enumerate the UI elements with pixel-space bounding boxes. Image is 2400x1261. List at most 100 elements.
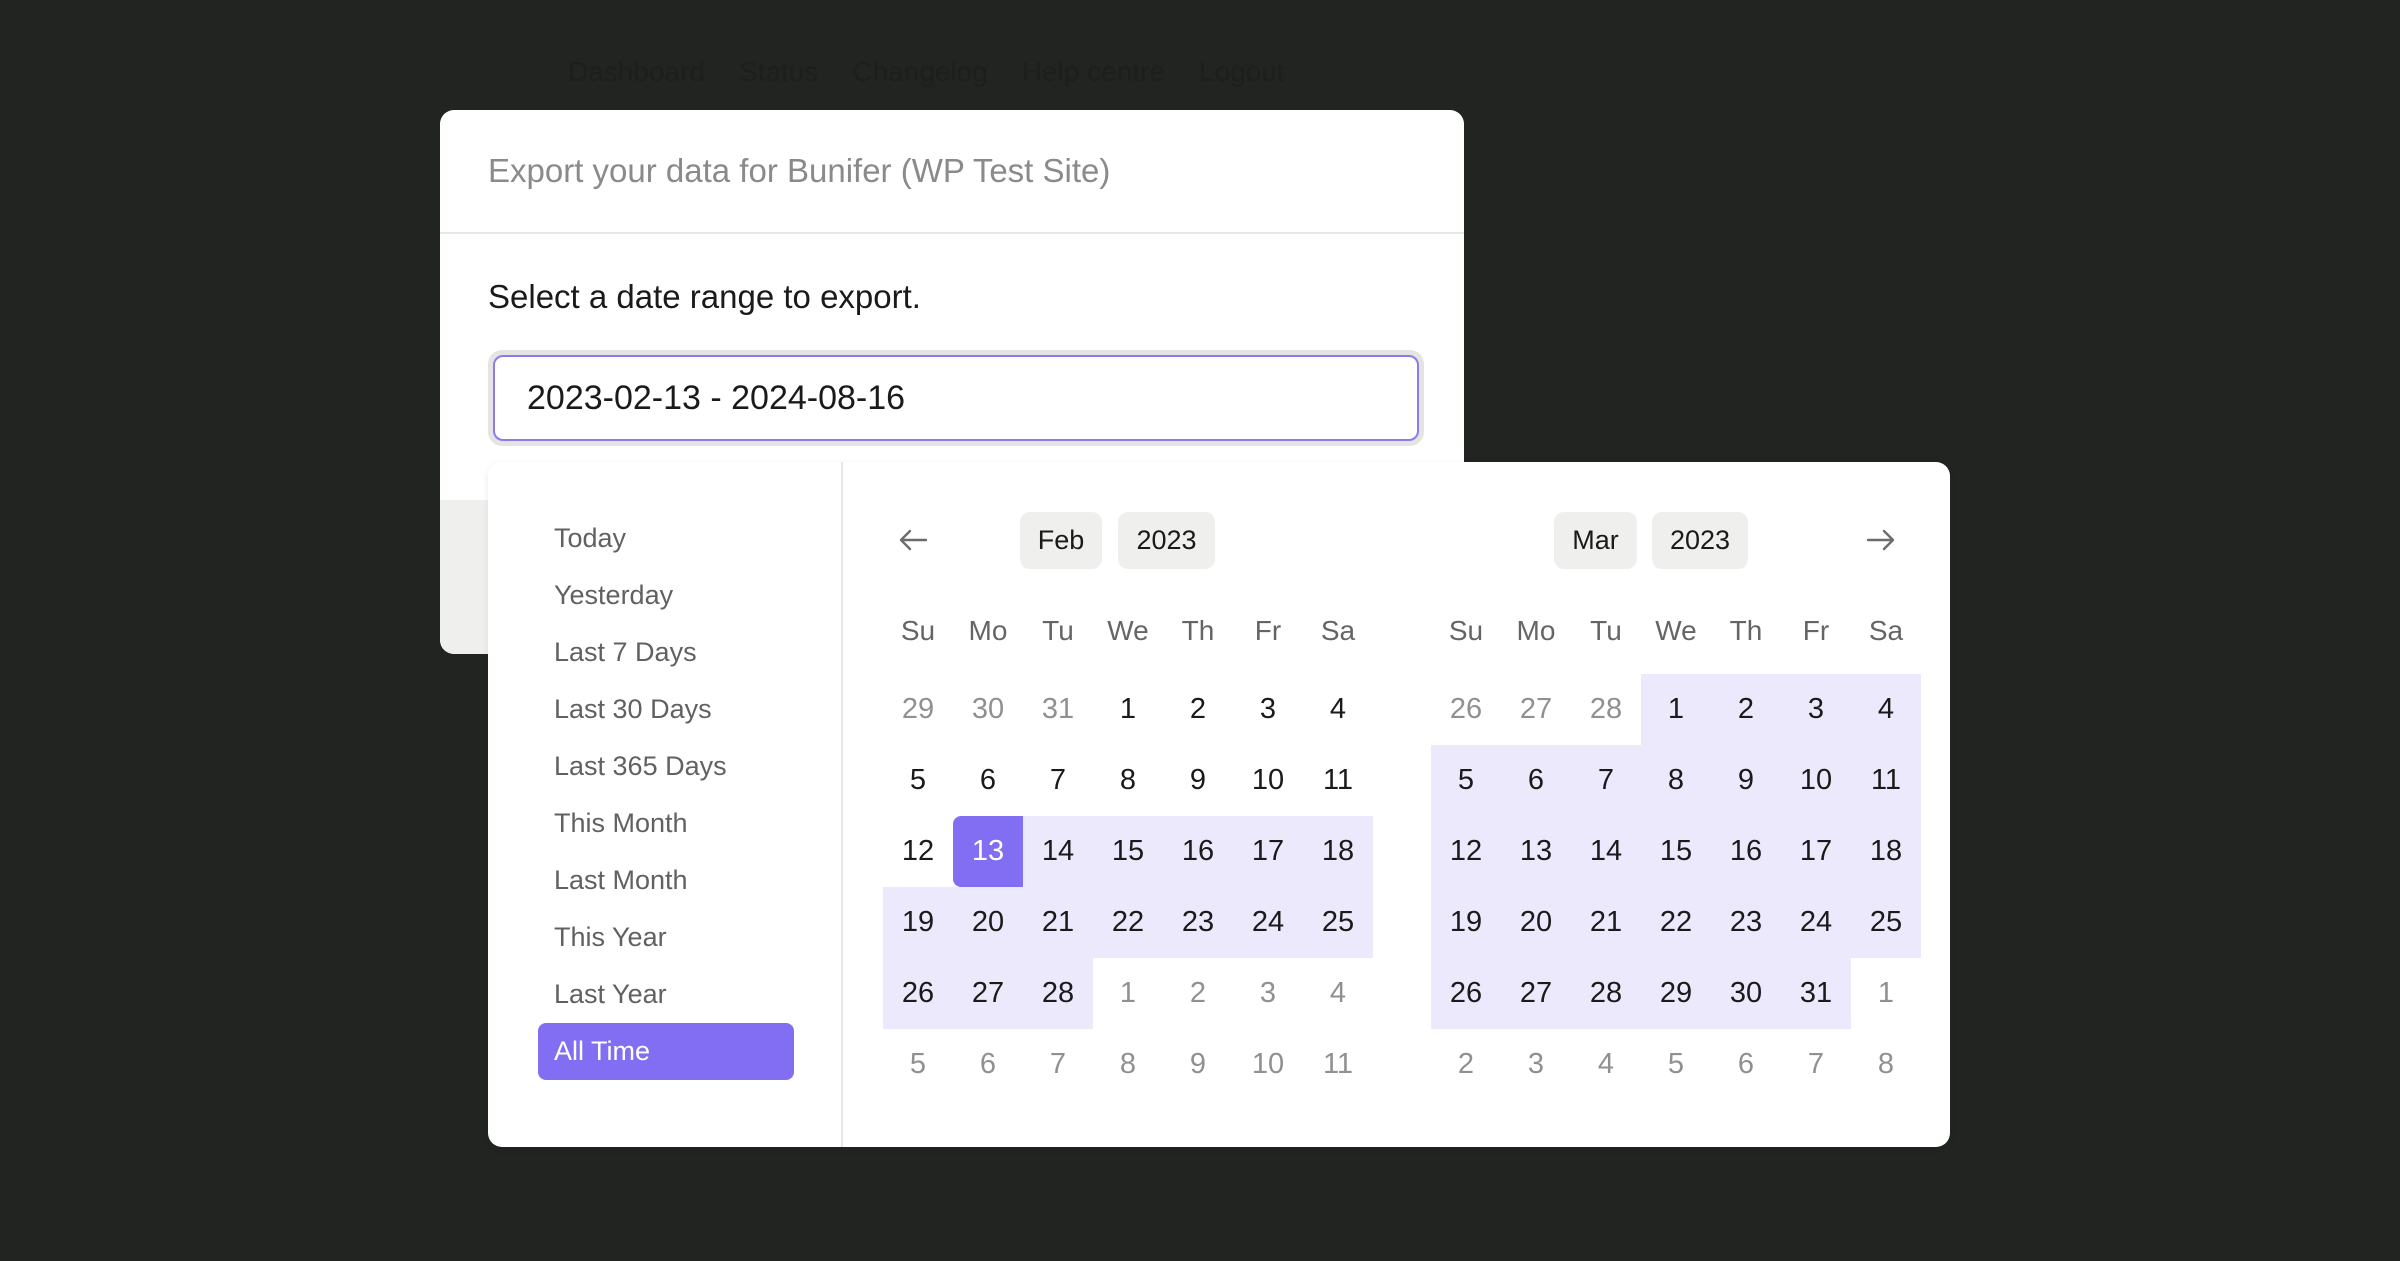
day-cell-in-range[interactable]: 29 [1641, 958, 1711, 1029]
day-cell-in-range[interactable]: 11 [1851, 745, 1921, 816]
day-cell-outside[interactable]: 6 [1711, 1029, 1781, 1100]
day-cell-in-range[interactable]: 27 [953, 958, 1023, 1029]
day-cell-in-range[interactable]: 20 [1501, 887, 1571, 958]
day-cell-outside[interactable]: 30 [953, 674, 1023, 745]
day-cell-in-range[interactable]: 31 [1781, 958, 1851, 1029]
day-cell-in-range[interactable]: 26 [1431, 958, 1501, 1029]
day-cell-in-range[interactable]: 4 [1851, 674, 1921, 745]
day-cell-in-range[interactable]: 10 [1781, 745, 1851, 816]
preset-last-month[interactable]: Last Month [538, 852, 794, 909]
day-cell[interactable]: 12 [883, 816, 953, 887]
day-cell-in-range[interactable]: 23 [1711, 887, 1781, 958]
day-cell-outside[interactable]: 1 [1851, 958, 1921, 1029]
day-cell-in-range[interactable]: 19 [1431, 887, 1501, 958]
day-cell[interactable]: 6 [953, 745, 1023, 816]
day-cell-in-range[interactable]: 5 [1431, 745, 1501, 816]
day-cell[interactable]: 5 [883, 745, 953, 816]
day-cell-in-range[interactable]: 25 [1303, 887, 1373, 958]
preset-this-year[interactable]: This Year [538, 909, 794, 966]
nav-help-centre[interactable]: Help centre [1022, 56, 1165, 88]
day-cell-outside[interactable]: 4 [1303, 958, 1373, 1029]
day-cell[interactable]: 9 [1163, 745, 1233, 816]
day-cell-outside[interactable]: 29 [883, 674, 953, 745]
day-cell-in-range[interactable]: 21 [1571, 887, 1641, 958]
preset-last-365-days[interactable]: Last 365 Days [538, 738, 794, 795]
day-cell-in-range[interactable]: 13 [1501, 816, 1571, 887]
day-cell-in-range[interactable]: 22 [1641, 887, 1711, 958]
day-cell-outside[interactable]: 3 [1501, 1029, 1571, 1100]
day-cell-in-range[interactable]: 28 [1023, 958, 1093, 1029]
day-cell-in-range[interactable]: 17 [1233, 816, 1303, 887]
day-cell-in-range[interactable]: 18 [1851, 816, 1921, 887]
day-cell-outside[interactable]: 31 [1023, 674, 1093, 745]
day-cell-in-range[interactable]: 21 [1023, 887, 1093, 958]
day-cell-in-range[interactable]: 16 [1163, 816, 1233, 887]
year-select[interactable]: 2023 [1118, 512, 1215, 569]
nav-status[interactable]: Status [739, 56, 818, 88]
day-cell-outside[interactable]: 5 [1641, 1029, 1711, 1100]
preset-last-year[interactable]: Last Year [538, 966, 794, 1023]
day-cell-outside[interactable]: 2 [1431, 1029, 1501, 1100]
day-cell-outside[interactable]: 7 [1781, 1029, 1851, 1100]
day-cell-in-range[interactable]: 23 [1163, 887, 1233, 958]
year-select[interactable]: 2023 [1652, 512, 1748, 569]
day-cell-in-range[interactable]: 2 [1711, 674, 1781, 745]
day-cell-in-range[interactable]: 20 [953, 887, 1023, 958]
day-cell[interactable]: 8 [1093, 745, 1163, 816]
day-cell-in-range[interactable]: 12 [1431, 816, 1501, 887]
day-cell[interactable]: 7 [1023, 745, 1093, 816]
day-cell-outside[interactable]: 6 [953, 1029, 1023, 1100]
nav-changelog[interactable]: Changelog [852, 56, 987, 88]
day-cell-in-range[interactable]: 16 [1711, 816, 1781, 887]
day-cell-in-range[interactable]: 18 [1303, 816, 1373, 887]
day-cell-outside[interactable]: 1 [1093, 958, 1163, 1029]
day-cell-outside[interactable]: 27 [1501, 674, 1571, 745]
date-range-input[interactable] [493, 355, 1419, 441]
day-cell-selected[interactable]: 13 [953, 816, 1023, 887]
day-cell-outside[interactable]: 9 [1163, 1029, 1233, 1100]
nav-logout[interactable]: Logout [1199, 56, 1285, 88]
day-cell-outside[interactable]: 11 [1303, 1029, 1373, 1100]
day-cell-in-range[interactable]: 26 [883, 958, 953, 1029]
day-cell-in-range[interactable]: 1 [1641, 674, 1711, 745]
day-cell-in-range[interactable]: 24 [1233, 887, 1303, 958]
day-cell-in-range[interactable]: 15 [1641, 816, 1711, 887]
day-cell-outside[interactable]: 26 [1431, 674, 1501, 745]
day-cell[interactable]: 10 [1233, 745, 1303, 816]
preset-last-30-days[interactable]: Last 30 Days [538, 681, 794, 738]
preset-all-time[interactable]: All Time [538, 1023, 794, 1080]
day-cell-outside[interactable]: 8 [1093, 1029, 1163, 1100]
day-cell[interactable]: 3 [1233, 674, 1303, 745]
month-select[interactable]: Feb [1020, 512, 1102, 569]
nav-dashboard[interactable]: Dashboard [568, 56, 705, 88]
day-cell-in-range[interactable]: 19 [883, 887, 953, 958]
day-cell-outside[interactable]: 7 [1023, 1029, 1093, 1100]
day-cell-in-range[interactable]: 8 [1641, 745, 1711, 816]
day-cell-outside[interactable]: 3 [1233, 958, 1303, 1029]
day-cell-in-range[interactable]: 25 [1851, 887, 1921, 958]
day-cell-outside[interactable]: 5 [883, 1029, 953, 1100]
preset-yesterday[interactable]: Yesterday [538, 567, 794, 624]
day-cell-in-range[interactable]: 27 [1501, 958, 1571, 1029]
day-cell[interactable]: 4 [1303, 674, 1373, 745]
day-cell-in-range[interactable]: 17 [1781, 816, 1851, 887]
day-cell-in-range[interactable]: 6 [1501, 745, 1571, 816]
preset-this-month[interactable]: This Month [538, 795, 794, 852]
day-cell-in-range[interactable]: 9 [1711, 745, 1781, 816]
month-select[interactable]: Mar [1554, 512, 1637, 569]
day-cell[interactable]: 11 [1303, 745, 1373, 816]
day-cell-in-range[interactable]: 14 [1571, 816, 1641, 887]
day-cell-in-range[interactable]: 14 [1023, 816, 1093, 887]
day-cell-in-range[interactable]: 30 [1711, 958, 1781, 1029]
day-cell-outside[interactable]: 2 [1163, 958, 1233, 1029]
day-cell-in-range[interactable]: 15 [1093, 816, 1163, 887]
day-cell-outside[interactable]: 28 [1571, 674, 1641, 745]
day-cell[interactable]: 2 [1163, 674, 1233, 745]
day-cell-in-range[interactable]: 28 [1571, 958, 1641, 1029]
day-cell-outside[interactable]: 8 [1851, 1029, 1921, 1100]
arrow-left-icon[interactable] [893, 520, 933, 560]
preset-last-7-days[interactable]: Last 7 Days [538, 624, 794, 681]
day-cell-in-range[interactable]: 7 [1571, 745, 1641, 816]
day-cell-in-range[interactable]: 22 [1093, 887, 1163, 958]
preset-today[interactable]: Today [538, 510, 794, 567]
